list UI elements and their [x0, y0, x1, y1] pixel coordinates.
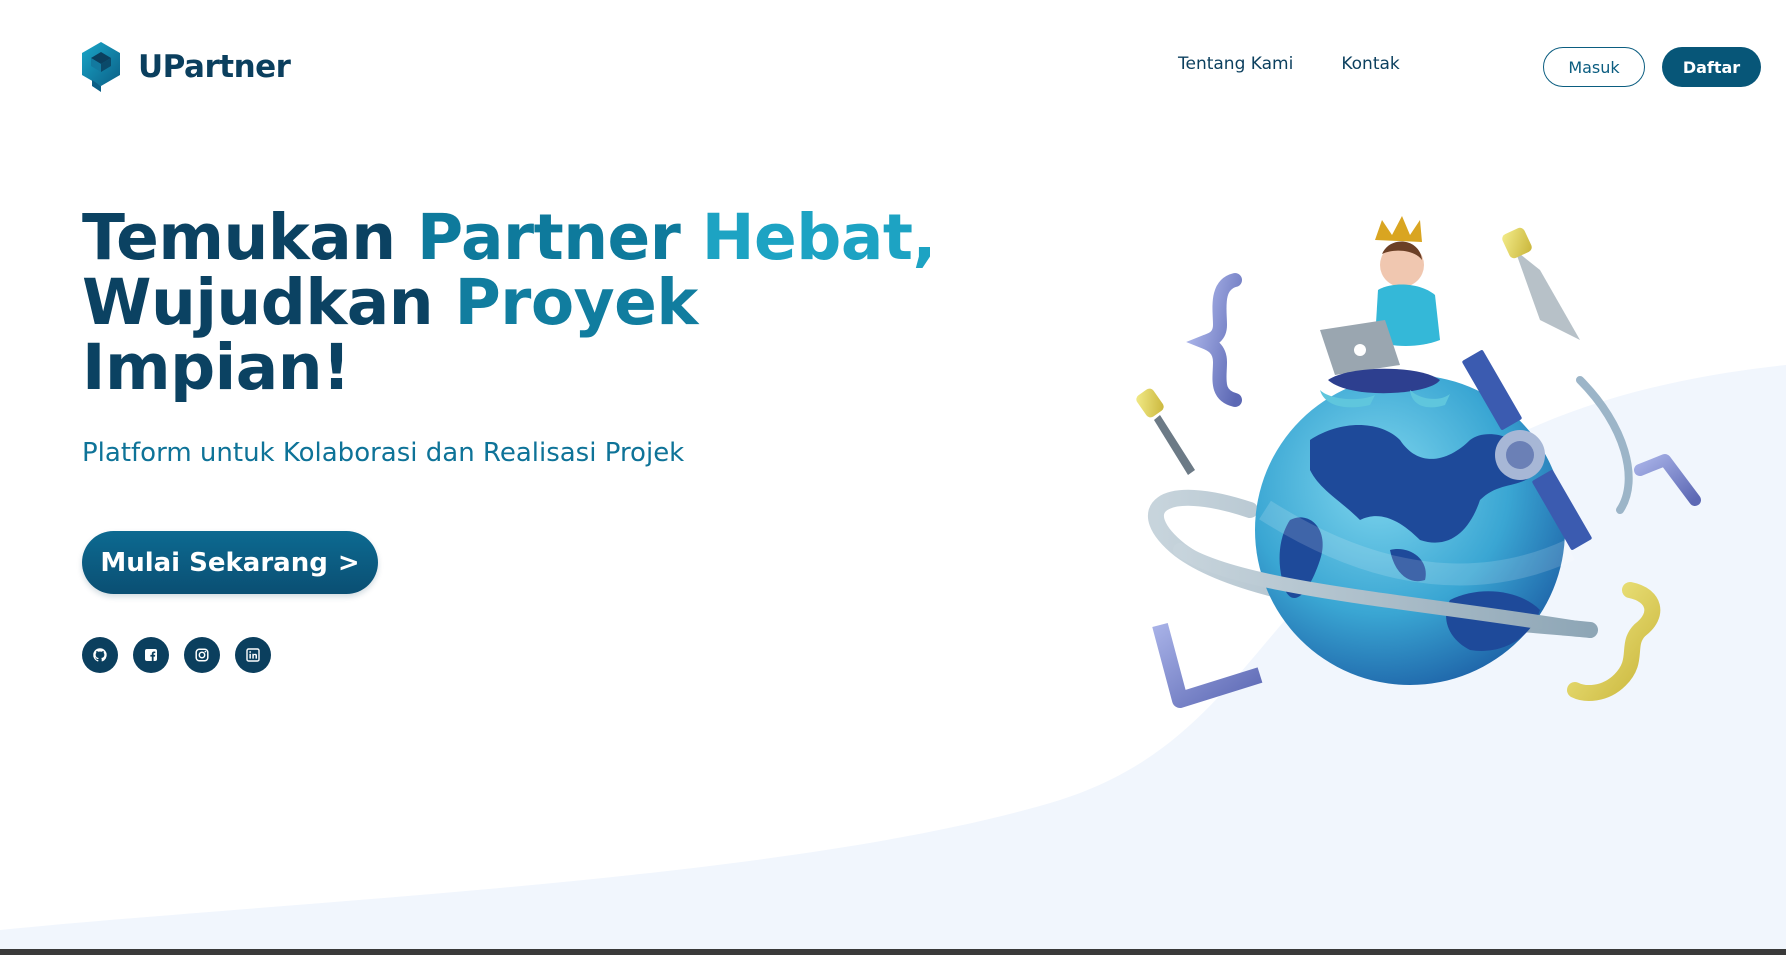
main-nav: Tentang Kami Kontak: [1178, 54, 1400, 74]
site-header: UPartner Tentang Kami Kontak Masuk Dafta…: [0, 0, 1786, 132]
social-links: [82, 637, 271, 673]
login-button[interactable]: Masuk: [1543, 47, 1645, 87]
hero-title-word: Partner: [417, 201, 681, 274]
hero-title: Temukan Partner Hebat, Wujudkan Proyek I…: [82, 205, 982, 400]
hero-title-word: Wujudkan: [82, 266, 434, 339]
linkedin-icon[interactable]: [235, 637, 271, 673]
hero-title-word: Temukan: [82, 201, 396, 274]
bottom-divider: [0, 949, 1786, 955]
github-icon[interactable]: [82, 637, 118, 673]
facebook-icon[interactable]: [133, 637, 169, 673]
chevron-right-icon: >: [337, 547, 360, 578]
hero-title-word: Proyek: [454, 266, 699, 339]
register-button[interactable]: Daftar: [1662, 47, 1761, 87]
brand-logo[interactable]: UPartner: [82, 42, 291, 92]
hexagon-logo-icon: [82, 42, 120, 92]
brand-name: UPartner: [138, 49, 291, 85]
globe-illustration: [1136, 216, 1701, 708]
landing-page: UPartner Tentang Kami Kontak Masuk Dafta…: [0, 0, 1786, 955]
start-now-button[interactable]: Mulai Sekarang >: [82, 531, 378, 594]
hero-title-word: Impian!: [82, 331, 351, 404]
hero-subtitle: Platform untuk Kolaborasi dan Realisasi …: [82, 438, 685, 468]
hero-title-word: Hebat,: [701, 201, 937, 274]
nav-link-kontak[interactable]: Kontak: [1341, 54, 1399, 74]
instagram-icon[interactable]: [184, 637, 220, 673]
nav-link-tentang-kami[interactable]: Tentang Kami: [1178, 54, 1293, 74]
start-now-label: Mulai Sekarang: [100, 547, 328, 578]
